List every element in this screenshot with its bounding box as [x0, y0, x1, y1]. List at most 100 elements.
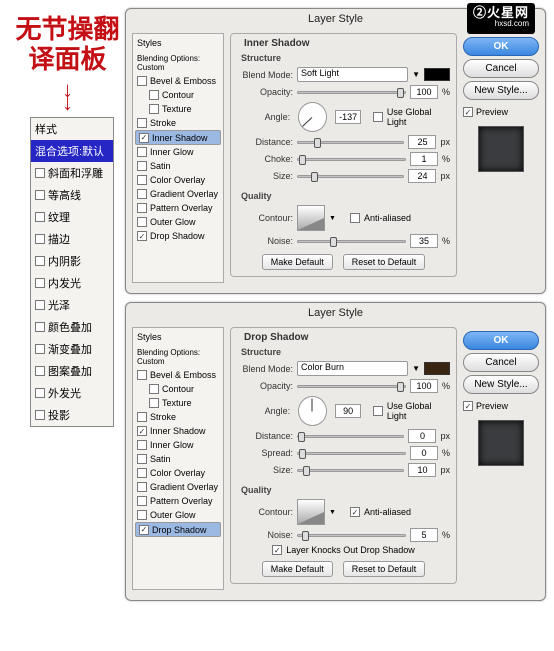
checkbox-icon[interactable]: [35, 234, 45, 244]
checkbox-icon[interactable]: [137, 175, 147, 185]
angle-input[interactable]: 90: [335, 404, 362, 418]
checkbox-icon[interactable]: [137, 189, 147, 199]
checkbox-icon[interactable]: [35, 190, 45, 200]
style-effect-row[interactable]: Satin: [135, 452, 221, 466]
size-input[interactable]: 24: [408, 169, 436, 183]
checkbox-icon[interactable]: [350, 213, 360, 223]
distance-input[interactable]: 25: [408, 135, 436, 149]
checkbox-icon[interactable]: [35, 168, 45, 178]
reset-default-button[interactable]: Reset to Default: [343, 561, 426, 577]
checkbox-icon[interactable]: ✓: [272, 545, 282, 555]
style-effect-row[interactable]: Color Overlay: [135, 466, 221, 480]
style-effect-row[interactable]: Stroke: [135, 410, 221, 424]
checkbox-icon[interactable]: [137, 147, 147, 157]
checkbox-icon[interactable]: ✓: [137, 231, 147, 241]
noise-slider[interactable]: [297, 240, 406, 243]
cn-style-item[interactable]: 纹理: [31, 206, 113, 228]
size-slider[interactable]: [297, 175, 404, 178]
contour-picker[interactable]: [297, 499, 325, 525]
checkbox-icon[interactable]: [137, 510, 147, 520]
checkbox-icon[interactable]: ✓: [463, 107, 473, 117]
checkbox-icon[interactable]: [35, 212, 45, 222]
style-effect-row[interactable]: Contour: [135, 382, 221, 396]
checkbox-icon[interactable]: ✓: [139, 133, 149, 143]
noise-input[interactable]: 5: [410, 528, 438, 542]
cancel-button[interactable]: Cancel: [463, 59, 539, 78]
checkbox-icon[interactable]: [373, 406, 383, 416]
checkbox-icon[interactable]: [137, 118, 147, 128]
checkbox-icon[interactable]: [373, 112, 383, 122]
opacity-slider[interactable]: [297, 91, 406, 94]
contour-picker[interactable]: [297, 205, 325, 231]
style-effect-row[interactable]: Inner Glow: [135, 145, 221, 159]
cn-style-item[interactable]: 斜面和浮雕: [31, 162, 113, 184]
choke-slider[interactable]: [297, 452, 406, 455]
checkbox-icon[interactable]: ✓: [463, 401, 473, 411]
style-effect-row[interactable]: Gradient Overlay: [135, 480, 221, 494]
opacity-input[interactable]: 100: [410, 379, 438, 393]
blending-options[interactable]: Blending Options: Custom: [135, 346, 221, 368]
checkbox-icon[interactable]: [35, 366, 45, 376]
checkbox-icon[interactable]: [137, 161, 147, 171]
noise-slider[interactable]: [297, 534, 406, 537]
checkbox-icon[interactable]: [149, 104, 159, 114]
color-swatch[interactable]: [424, 362, 450, 375]
distance-slider[interactable]: [297, 435, 404, 438]
cn-style-item[interactable]: 光泽: [31, 294, 113, 316]
checkbox-icon[interactable]: ✓: [350, 507, 360, 517]
cn-blending-options[interactable]: 混合选项:默认: [31, 140, 113, 162]
style-effect-row[interactable]: Outer Glow: [135, 508, 221, 522]
make-default-button[interactable]: Make Default: [262, 561, 333, 577]
blend-mode-select[interactable]: Color Burn: [297, 361, 408, 376]
blending-options[interactable]: Blending Options: Custom: [135, 52, 221, 74]
cn-style-item[interactable]: 外发光: [31, 382, 113, 404]
checkbox-icon[interactable]: [137, 468, 147, 478]
checkbox-icon[interactable]: [137, 203, 147, 213]
checkbox-icon[interactable]: [149, 398, 159, 408]
ok-button[interactable]: OK: [463, 37, 539, 56]
checkbox-icon[interactable]: [35, 300, 45, 310]
cancel-button[interactable]: Cancel: [463, 353, 539, 372]
angle-dial[interactable]: [298, 396, 327, 426]
distance-input[interactable]: 0: [408, 429, 436, 443]
checkbox-icon[interactable]: ✓: [137, 426, 147, 436]
style-effect-row[interactable]: Contour: [135, 88, 221, 102]
cn-style-item[interactable]: 颜色叠加: [31, 316, 113, 338]
checkbox-icon[interactable]: [137, 482, 147, 492]
cn-style-item[interactable]: 描边: [31, 228, 113, 250]
checkbox-icon[interactable]: [35, 388, 45, 398]
style-effect-row[interactable]: ✓Inner Shadow: [135, 130, 221, 145]
cn-style-item[interactable]: 内阴影: [31, 250, 113, 272]
new-style-button[interactable]: New Style...: [463, 81, 539, 100]
style-effect-row[interactable]: Bevel & Emboss: [135, 368, 221, 382]
checkbox-icon[interactable]: [137, 454, 147, 464]
style-effect-row[interactable]: Pattern Overlay: [135, 201, 221, 215]
checkbox-icon[interactable]: ✓: [139, 525, 149, 535]
cn-style-item[interactable]: 内发光: [31, 272, 113, 294]
style-effect-row[interactable]: Gradient Overlay: [135, 187, 221, 201]
new-style-button[interactable]: New Style...: [463, 375, 539, 394]
reset-default-button[interactable]: Reset to Default: [343, 254, 426, 270]
style-effect-row[interactable]: Inner Glow: [135, 438, 221, 452]
style-effect-row[interactable]: Bevel & Emboss: [135, 74, 221, 88]
color-swatch[interactable]: [424, 68, 450, 81]
style-effect-row[interactable]: ✓Inner Shadow: [135, 424, 221, 438]
checkbox-icon[interactable]: [35, 344, 45, 354]
angle-dial[interactable]: [298, 102, 327, 132]
style-effect-row[interactable]: Color Overlay: [135, 173, 221, 187]
checkbox-icon[interactable]: [137, 440, 147, 450]
size-input[interactable]: 10: [408, 463, 436, 477]
choke-input[interactable]: 1: [410, 152, 438, 166]
checkbox-icon[interactable]: [137, 496, 147, 506]
choke-slider[interactable]: [297, 158, 406, 161]
checkbox-icon[interactable]: [35, 410, 45, 420]
style-effect-row[interactable]: Texture: [135, 396, 221, 410]
checkbox-icon[interactable]: [35, 322, 45, 332]
style-effect-row[interactable]: ✓Drop Shadow: [135, 522, 221, 537]
style-effect-row[interactable]: Stroke: [135, 116, 221, 130]
cn-style-item[interactable]: 投影: [31, 404, 113, 426]
checkbox-icon[interactable]: [149, 384, 159, 394]
style-effect-row[interactable]: Pattern Overlay: [135, 494, 221, 508]
checkbox-icon[interactable]: [149, 90, 159, 100]
checkbox-icon[interactable]: [35, 278, 45, 288]
